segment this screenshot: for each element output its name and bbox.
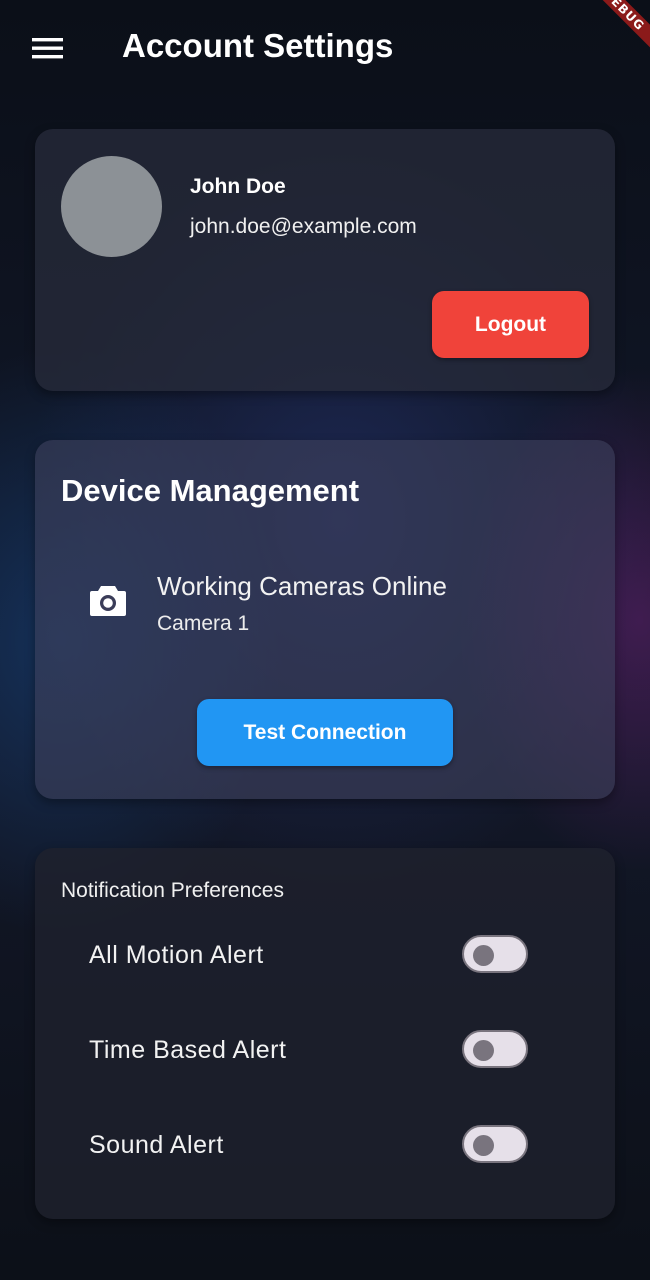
test-connection-button[interactable]: Test Connection (197, 699, 453, 766)
camera-icon (89, 584, 127, 618)
notification-preferences-card: Notification Preferences All Motion Aler… (35, 848, 615, 1219)
app-bar: Account Settings (0, 0, 650, 96)
user-name: John Doe (190, 175, 286, 198)
device-management-card: Device Management Working Cameras Online… (35, 440, 615, 799)
all-motion-alert-switch[interactable] (462, 935, 528, 973)
camera-name: Camera 1 (157, 612, 250, 635)
toggle-label: All Motion Alert (89, 941, 264, 969)
user-email: john.doe@example.com (190, 215, 417, 238)
hamburger-menu-icon[interactable] (28, 30, 68, 66)
avatar (61, 156, 162, 257)
page-title: Account Settings (122, 27, 394, 64)
switch-thumb (473, 1040, 494, 1061)
toggle-row-sound-alert: Sound Alert (89, 1120, 539, 1172)
toggle-row-all-motion-alert: All Motion Alert (89, 930, 539, 982)
logout-button[interactable]: Logout (432, 291, 589, 358)
time-based-alert-switch[interactable] (462, 1030, 528, 1068)
notification-preferences-title: Notification Preferences (61, 879, 284, 902)
sound-alert-switch[interactable] (462, 1125, 528, 1163)
device-management-title: Device Management (61, 473, 360, 508)
switch-thumb (473, 945, 494, 966)
profile-card: John Doe john.doe@example.com Logout (35, 129, 615, 391)
switch-thumb (473, 1135, 494, 1156)
toggle-label: Time Based Alert (89, 1036, 287, 1064)
camera-list-item[interactable]: Working Cameras Online Camera 1 (61, 550, 589, 650)
camera-status-title: Working Cameras Online (157, 571, 447, 601)
toggle-row-time-based-alert: Time Based Alert (89, 1025, 539, 1077)
toggle-label: Sound Alert (89, 1131, 224, 1159)
